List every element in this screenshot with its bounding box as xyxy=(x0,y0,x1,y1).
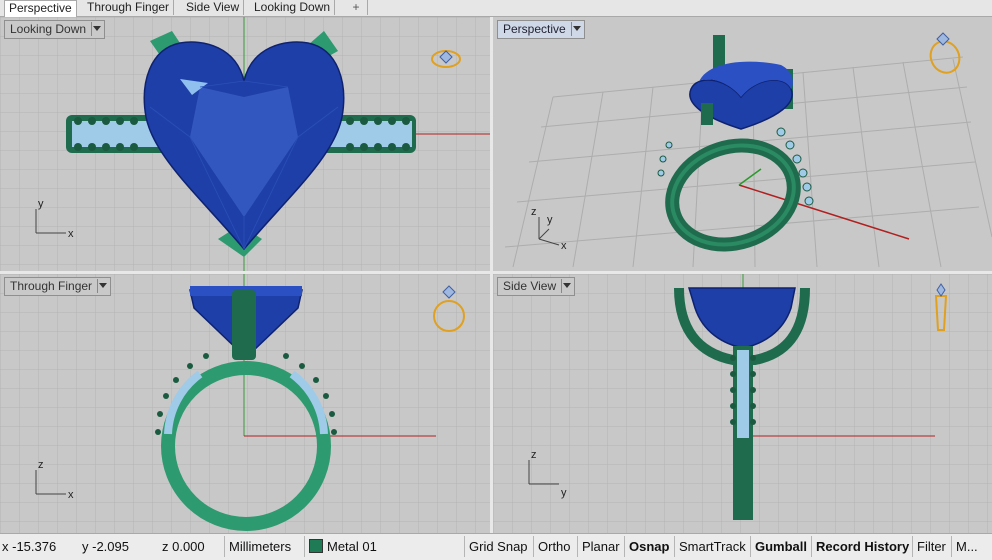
layer-name: Metal 01 xyxy=(327,539,377,554)
gumball-toggle[interactable]: Gumball xyxy=(750,536,811,557)
through-finger-scene: x z xyxy=(0,274,490,533)
viewport-splitter-horizontal[interactable] xyxy=(0,271,992,274)
filter-toggle[interactable]: Filter xyxy=(912,536,950,557)
tab-looking-down[interactable]: Looking Down xyxy=(250,0,336,15)
viewport-title-text: Through Finger xyxy=(10,279,93,293)
add-tab-button[interactable]: + xyxy=(345,0,368,15)
viewport-splitter-vertical[interactable] xyxy=(490,17,493,533)
coord-x: x -15.376 xyxy=(2,539,57,554)
coord-y: y -2.095 xyxy=(82,539,129,554)
perspective-scene: x y z xyxy=(504,32,992,268)
chevron-down-icon xyxy=(93,26,102,31)
viewport-title-side-view[interactable]: Side View xyxy=(497,277,576,296)
grid-snap-toggle[interactable]: Grid Snap xyxy=(464,536,532,557)
tab-through-finger[interactable]: Through Finger xyxy=(83,0,175,15)
record-history-toggle[interactable]: Record History xyxy=(811,536,913,557)
viewport-title-looking-down[interactable]: Looking Down xyxy=(4,20,106,39)
looking-down-scene: x y xyxy=(0,17,490,271)
chevron-down-icon xyxy=(563,283,572,288)
viewport-title-perspective[interactable]: Perspective xyxy=(497,20,585,39)
axis-y-label: y xyxy=(561,487,567,499)
units-pane[interactable]: Millimeters xyxy=(224,536,295,557)
axis-z-label: z xyxy=(531,449,537,461)
ortho-toggle[interactable]: Ortho xyxy=(533,536,575,557)
viewport-through-finger[interactable]: x z Through Finger xyxy=(0,274,490,533)
axis-y-label: y xyxy=(38,198,44,210)
axis-x-label: x xyxy=(561,240,567,252)
axis-x-label: x xyxy=(68,489,74,501)
ring-band xyxy=(665,138,801,252)
viewport-looking-down[interactable]: x y Looking Down xyxy=(0,17,490,271)
osnap-toggle[interactable]: Osnap xyxy=(624,536,673,557)
viewport-title-text: Side View xyxy=(503,279,557,293)
viewport-perspective[interactable]: x y z Perspective xyxy=(493,17,992,271)
viewport-side-view[interactable]: y z Side View xyxy=(493,274,992,533)
layer-pane[interactable]: Metal 01 xyxy=(304,536,381,557)
axis-x-label: x xyxy=(68,228,74,240)
layer-color-swatch xyxy=(309,539,323,553)
minutes-pane[interactable]: M... xyxy=(951,536,982,557)
planar-toggle[interactable]: Planar xyxy=(577,536,624,557)
y-axis-line xyxy=(738,168,762,186)
axis-z-label: z xyxy=(531,206,537,218)
axis-z-label: z xyxy=(38,459,44,471)
ring-orientation-icon xyxy=(929,32,961,74)
prong xyxy=(232,290,256,360)
pave-row xyxy=(737,350,749,438)
viewport-title-text: Looking Down xyxy=(10,22,87,36)
axis-y-label: y xyxy=(547,214,553,226)
chevron-down-icon xyxy=(99,283,108,288)
viewport-title-text: Perspective xyxy=(503,22,566,36)
viewport-title-through-finger[interactable]: Through Finger xyxy=(4,277,112,296)
viewport-tab-bar: Perspective Through Finger Side View Loo… xyxy=(0,0,992,17)
tab-side-view[interactable]: Side View xyxy=(182,0,245,15)
tab-perspective[interactable]: Perspective xyxy=(4,0,77,17)
side-view-scene: y z xyxy=(493,274,992,533)
status-bar: x -15.376 y -2.095 z 0.000 Millimeters M… xyxy=(0,533,992,560)
coord-z: z 0.000 xyxy=(162,539,205,554)
smarttrack-toggle[interactable]: SmartTrack xyxy=(674,536,750,557)
chevron-down-icon xyxy=(572,26,581,31)
